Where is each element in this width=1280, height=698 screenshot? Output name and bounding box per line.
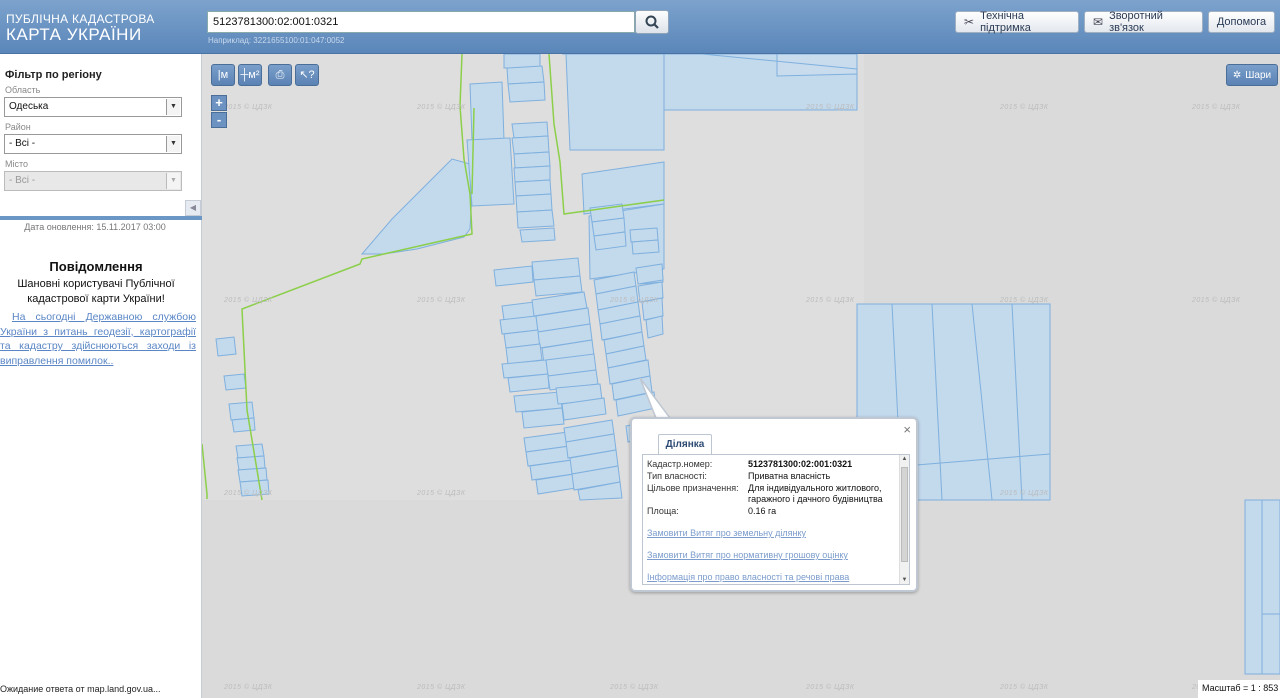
popup-scrollbar[interactable]: ▲ ▼ bbox=[899, 455, 909, 584]
field-key: Тип власності: bbox=[647, 471, 707, 481]
header: ПУБЛІЧНА КАДАСТРОВА КАРТА УКРАЇНИ Наприк… bbox=[0, 0, 1280, 54]
chevron-down-icon[interactable]: ▼ bbox=[900, 577, 909, 583]
watermark: 2015 © ЦДЗК bbox=[806, 297, 855, 304]
feedback-label: Зворотний зв'язок bbox=[1109, 10, 1163, 34]
map-layer bbox=[202, 54, 1280, 675]
collapse-sidebar-button[interactable]: ◀ bbox=[185, 200, 201, 216]
browser-status: Ожидание ответа от map.land.gov.ua... bbox=[0, 684, 161, 694]
measure-area-button[interactable]: ┼м² bbox=[238, 64, 262, 86]
watermark: 2015 © ЦДЗК bbox=[224, 297, 273, 304]
district-label: Район bbox=[5, 122, 31, 132]
message-greeting: Шановні користувачі Публічної кадастрово… bbox=[17, 278, 175, 305]
watermark: 2015 © ЦДЗК bbox=[1000, 684, 1049, 691]
city-value: - Всі - bbox=[9, 175, 36, 186]
layers-button[interactable]: ✲ Шари bbox=[1226, 64, 1278, 86]
logo-line2: КАРТА УКРАЇНИ bbox=[6, 25, 142, 44]
region-select[interactable]: Одеська ▼ bbox=[4, 97, 182, 117]
order-extract-link[interactable]: Замовити Витяг про земельну ділянку bbox=[647, 528, 806, 538]
logo[interactable]: ПУБЛІЧНА КАДАСТРОВА КАРТА УКРАЇНИ bbox=[6, 13, 155, 44]
ownership-info-link[interactable]: Інформація про право власності та речові… bbox=[647, 572, 849, 582]
ruler-icon: |м bbox=[217, 69, 229, 81]
identify-button[interactable]: ↖? bbox=[295, 64, 319, 86]
region-label: Область bbox=[5, 85, 41, 95]
map-canvas[interactable]: 2015 © ЦДЗК 2015 © ЦДЗК 2015 © ЦДЗК 2015… bbox=[202, 54, 1280, 698]
tab-parcel[interactable]: Ділянка bbox=[658, 434, 712, 454]
feedback-button[interactable]: ✉ Зворотний зв'язок bbox=[1084, 10, 1203, 34]
chevron-left-icon: ◀ bbox=[189, 203, 197, 212]
print-icon: ⎙ bbox=[275, 69, 285, 81]
parcel-popup: × Ділянка Кадастр.номер: 5123781300:02:0… bbox=[630, 417, 918, 592]
watermark: 2015 © ЦДЗК bbox=[224, 490, 273, 497]
filter-title: Фільтр по регіону bbox=[5, 69, 102, 81]
print-button[interactable]: ⎙ bbox=[268, 64, 292, 86]
support-label: Технічна підтримка bbox=[980, 10, 1031, 34]
layers-label: Шари bbox=[1245, 69, 1272, 81]
watermark: 2015 © ЦДЗК bbox=[417, 490, 466, 497]
district-select[interactable]: - Всі - ▼ bbox=[4, 134, 182, 154]
envelope-icon: ✉ bbox=[1093, 15, 1104, 29]
search-input[interactable] bbox=[207, 11, 635, 33]
gear-icon: ✲ bbox=[1232, 69, 1242, 81]
support-button[interactable]: ✂ Технічна підтримка bbox=[955, 10, 1079, 34]
message-title: Повідомлення bbox=[49, 259, 143, 274]
field-value: 0.16 га bbox=[748, 506, 777, 516]
close-icon[interactable]: × bbox=[903, 422, 911, 437]
chevron-down-icon: ▼ bbox=[166, 99, 180, 115]
tools-icon: ✂ bbox=[964, 15, 975, 29]
zoom-in-button[interactable]: + bbox=[211, 95, 227, 111]
city-label: Місто bbox=[5, 159, 29, 169]
sidebar-divider bbox=[0, 216, 202, 220]
watermark: 2015 © ЦДЗК bbox=[1000, 104, 1049, 111]
watermark: 2015 © ЦДЗК bbox=[806, 104, 855, 111]
search-hint: Наприклад: 3221655100:01:047:0052 bbox=[208, 36, 345, 45]
zoom-out-button[interactable]: - bbox=[211, 112, 227, 128]
field-key: Кадастр.номер: bbox=[647, 459, 713, 469]
search-button[interactable] bbox=[635, 10, 669, 34]
chevron-up-icon[interactable]: ▲ bbox=[900, 456, 909, 462]
scroll-thumb[interactable] bbox=[901, 467, 908, 562]
cursor-question-icon: ↖? bbox=[299, 69, 315, 81]
region-value: Одеська bbox=[9, 101, 49, 112]
chevron-down-icon: ▼ bbox=[166, 136, 180, 152]
watermark: 2015 © ЦДЗК bbox=[1192, 104, 1241, 111]
area-icon: ┼м² bbox=[240, 69, 260, 81]
field-key: Цільове призначення: bbox=[647, 483, 739, 493]
watermark: 2015 © ЦДЗК bbox=[610, 297, 659, 304]
sidebar: Фільтр по регіону Область Одеська ▼ Райо… bbox=[0, 54, 202, 698]
chevron-down-icon: ▼ bbox=[166, 173, 180, 189]
update-date: Дата оновлення: 15.11.2017 03:00 bbox=[24, 222, 166, 232]
watermark: 2015 © ЦДЗК bbox=[224, 104, 273, 111]
order-valuation-link[interactable]: Замовити Витяг про нормативну грошову оц… bbox=[647, 550, 848, 560]
district-value: - Всі - bbox=[9, 138, 36, 149]
search-icon bbox=[645, 15, 659, 29]
help-button[interactable]: Допомога bbox=[1208, 11, 1275, 33]
measure-distance-button[interactable]: |м bbox=[211, 64, 235, 86]
city-select: - Всі - ▼ bbox=[4, 171, 182, 191]
watermark: 2015 © ЦДЗК bbox=[1000, 297, 1049, 304]
watermark: 2015 © ЦДЗК bbox=[610, 684, 659, 691]
field-value: Приватна власність bbox=[748, 471, 831, 481]
scale-label: Масштаб = 1 : 853 bbox=[1198, 680, 1280, 698]
watermark: 2015 © ЦДЗК bbox=[417, 684, 466, 691]
help-label: Допомога bbox=[1216, 16, 1267, 28]
popup-panel: Кадастр.номер: 5123781300:02:001:0321 Ти… bbox=[642, 454, 910, 585]
field-key: Площа: bbox=[647, 506, 679, 516]
watermark: 2015 © ЦДЗК bbox=[417, 104, 466, 111]
watermark: 2015 © ЦДЗК bbox=[806, 684, 855, 691]
watermark: 2015 © ЦДЗК bbox=[224, 684, 273, 691]
field-value: 5123781300:02:001:0321 bbox=[748, 459, 853, 469]
message-link[interactable]: На сьогодні Державною службою України з … bbox=[0, 310, 196, 368]
watermark: 2015 © ЦДЗК bbox=[1192, 297, 1241, 304]
field-value: Для індивідуального житлового, гаражного… bbox=[748, 483, 883, 504]
popup-pointer bbox=[639, 378, 672, 419]
watermark: 2015 © ЦДЗК bbox=[1000, 490, 1049, 497]
watermark: 2015 © ЦДЗК bbox=[417, 297, 466, 304]
